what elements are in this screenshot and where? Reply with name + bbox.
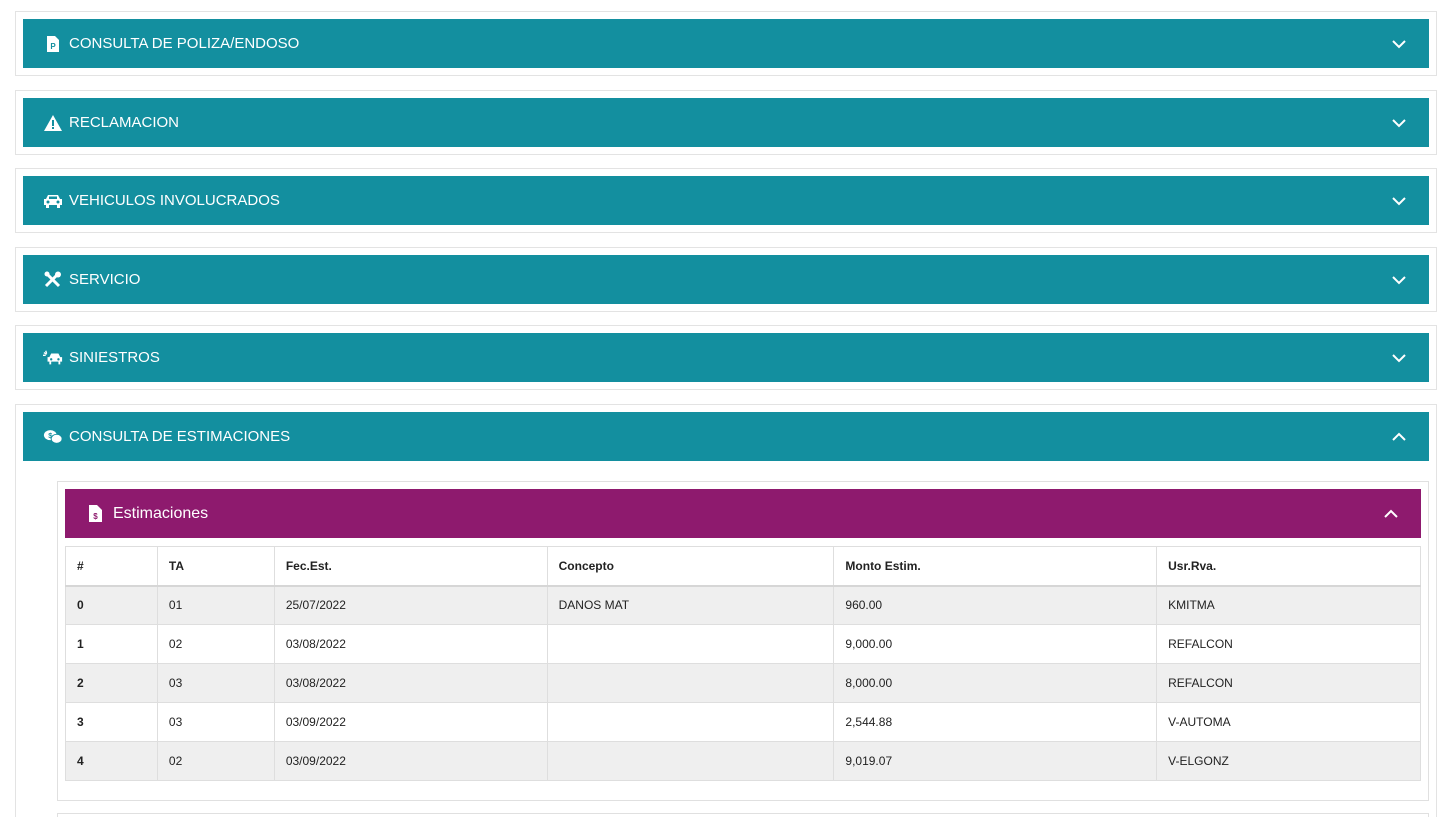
table-cell [546,663,835,703]
table-cell: 3 [65,702,158,742]
estimaciones-header[interactable]: $ Estimaciones [65,489,1421,538]
table-row[interactable]: 3 03 03/09/2022 2,544.88 V-AUTOMA [65,702,1421,742]
table-cell: 03 [156,663,275,703]
table-cell [546,702,835,742]
table-cell: 2,544.88 [833,702,1158,742]
table-cell: 03/08/2022 [273,624,548,664]
column-header[interactable]: Monto Estim. [833,546,1158,587]
chevron-down-icon[interactable] [1391,193,1407,209]
estimaciones-panel: $ Estimaciones # TA Fec.Est. Concepto Mo… [57,481,1429,801]
table-cell: V-AUTOMA [1156,702,1421,742]
policy-document-icon: P [43,34,63,54]
column-header[interactable]: Fec.Est. [273,546,548,587]
table-cell: 960.00 [833,585,1158,625]
table-cell: V-ELGONZ [1156,741,1421,781]
section-title: CONSULTA DE POLIZA/ENDOSO [69,35,300,52]
money-comments-icon: $ [43,427,63,447]
table-cell: KMITMA [1156,585,1421,625]
accordion-header-servicio[interactable]: SERVICIO [23,255,1429,304]
table-cell: 02 [156,624,275,664]
section-servicio: SERVICIO [15,247,1437,312]
warning-icon [43,113,63,133]
table-cell: 0 [65,585,158,625]
table-cell: 9,019.07 [833,741,1158,781]
estimaciones-title: Estimaciones [113,504,209,522]
invoice-dollar-icon: $ [85,504,105,524]
section-title: RECLAMACION [69,114,180,131]
chevron-up-icon[interactable] [1391,429,1407,445]
table-cell: 03/08/2022 [273,663,548,703]
table-cell [546,624,835,664]
section-title: SINIESTROS [69,349,160,366]
chevron-down-icon[interactable] [1391,272,1407,288]
table-cell: DANOS MAT [546,585,835,625]
accordion-header-siniestros[interactable]: SINIESTROS [23,333,1429,382]
table-cell: 01 [156,585,275,625]
table-row[interactable]: 1 02 03/08/2022 9,000.00 REFALCON [65,624,1421,664]
section-reclamacion: RECLAMACION [15,90,1437,155]
next-panel-edge [57,813,1429,817]
section-title: CONSULTA DE ESTIMACIONES [69,428,291,445]
estimaciones-table: # TA Fec.Est. Concepto Monto Estim. Usr.… [65,546,1421,781]
accordion-header-reclamacion[interactable]: RECLAMACION [23,98,1429,147]
section-title: SERVICIO [69,271,141,288]
table-row[interactable]: 2 03 03/08/2022 8,000.00 REFALCON [65,663,1421,703]
table-cell: 03/09/2022 [273,702,548,742]
table-cell: 03/09/2022 [273,741,548,781]
car-crash-icon [43,348,63,368]
accordion-header-vehiculos[interactable]: VEHICULOS INVOLUCRADOS [23,176,1429,225]
table-cell: 2 [65,663,158,703]
section-title: VEHICULOS INVOLUCRADOS [69,192,280,209]
table-cell: 8,000.00 [833,663,1158,703]
table-row[interactable]: 4 02 03/09/2022 9,019.07 V-ELGONZ [65,741,1421,781]
table-cell: REFALCON [1156,663,1421,703]
accordion-header-estimaciones[interactable]: $ CONSULTA DE ESTIMACIONES [23,412,1429,461]
table-header-row: # TA Fec.Est. Concepto Monto Estim. Usr.… [65,546,1421,587]
svg-text:$: $ [48,430,52,439]
chevron-down-icon[interactable] [1391,36,1407,52]
chevron-up-icon[interactable] [1383,506,1399,522]
section-siniestros: SINIESTROS [15,325,1437,390]
table-cell [546,741,835,781]
column-header[interactable]: Concepto [546,546,835,587]
column-header[interactable]: TA [156,546,275,587]
chevron-down-icon[interactable] [1391,115,1407,131]
svg-text:$: $ [93,512,98,521]
chevron-down-icon[interactable] [1391,350,1407,366]
column-header[interactable]: Usr.Rva. [1156,546,1421,587]
section-vehiculos: VEHICULOS INVOLUCRADOS [15,168,1437,233]
table-cell: 02 [156,741,275,781]
table-cell: 9,000.00 [833,624,1158,664]
car-icon [43,191,63,211]
column-header[interactable]: # [65,546,158,587]
svg-text:P: P [50,42,56,51]
table-row[interactable]: 0 01 25/07/2022 DANOS MAT 960.00 KMITMA [65,585,1421,625]
table-cell: 03 [156,702,275,742]
table-cell: 1 [65,624,158,664]
accordion-header-poliza[interactable]: P CONSULTA DE POLIZA/ENDOSO [23,19,1429,68]
table-cell: 25/07/2022 [273,585,548,625]
table-cell: REFALCON [1156,624,1421,664]
tools-icon [43,270,63,290]
table-cell: 4 [65,741,158,781]
section-poliza: P CONSULTA DE POLIZA/ENDOSO [15,11,1437,76]
